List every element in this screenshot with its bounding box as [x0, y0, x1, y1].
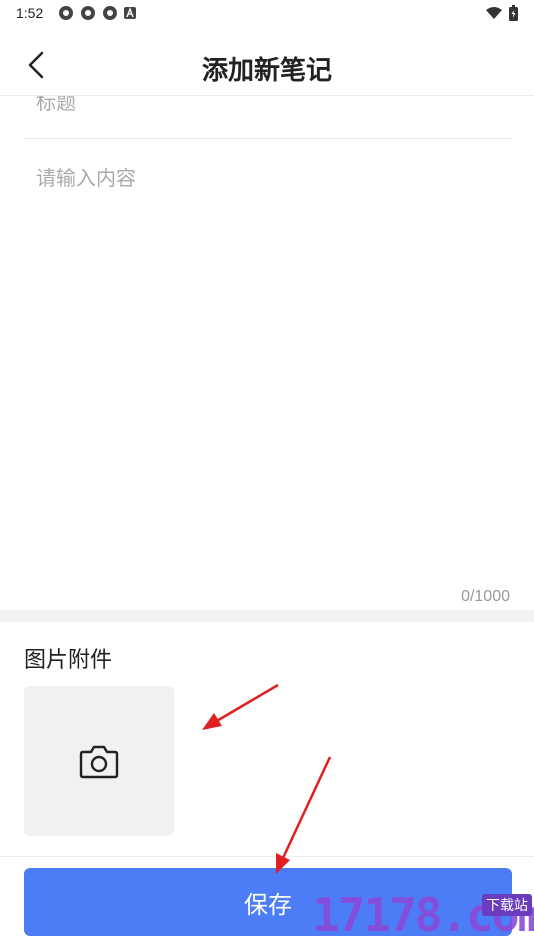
- status-time: 1:52: [16, 5, 44, 21]
- wifi-icon: [486, 7, 502, 19]
- header: 添加新笔记: [0, 28, 534, 96]
- app-notification-icon: [59, 6, 73, 20]
- watermark-logo: 17178.com 下载站: [312, 888, 534, 946]
- content-placeholder: 请输入内容: [36, 166, 136, 190]
- page-title: 添加新笔记: [201, 56, 332, 86]
- title-field[interactable]: 标题: [24, 96, 512, 139]
- app-notification-icon: [81, 6, 95, 20]
- bottom-divider: [0, 856, 534, 857]
- title-placeholder: 标题: [36, 96, 76, 114]
- battery-icon: [509, 5, 518, 21]
- section-divider: [0, 610, 534, 622]
- app-notification-icon: [103, 6, 117, 20]
- notification-icons: [58, 5, 136, 21]
- a-badge-icon: [124, 7, 136, 19]
- character-counter: 0/1000: [461, 588, 510, 605]
- attachments-label: 图片附件: [24, 648, 113, 673]
- system-icons: [485, 5, 518, 21]
- add-image-button[interactable]: [24, 686, 174, 836]
- annotation-arrow-to-image: [202, 683, 279, 730]
- camera-icon: [79, 745, 119, 779]
- watermark-badge: 下载站: [482, 894, 532, 916]
- status-bar: 1:52: [0, 0, 534, 28]
- content-field[interactable]: 请输入内容: [24, 150, 512, 590]
